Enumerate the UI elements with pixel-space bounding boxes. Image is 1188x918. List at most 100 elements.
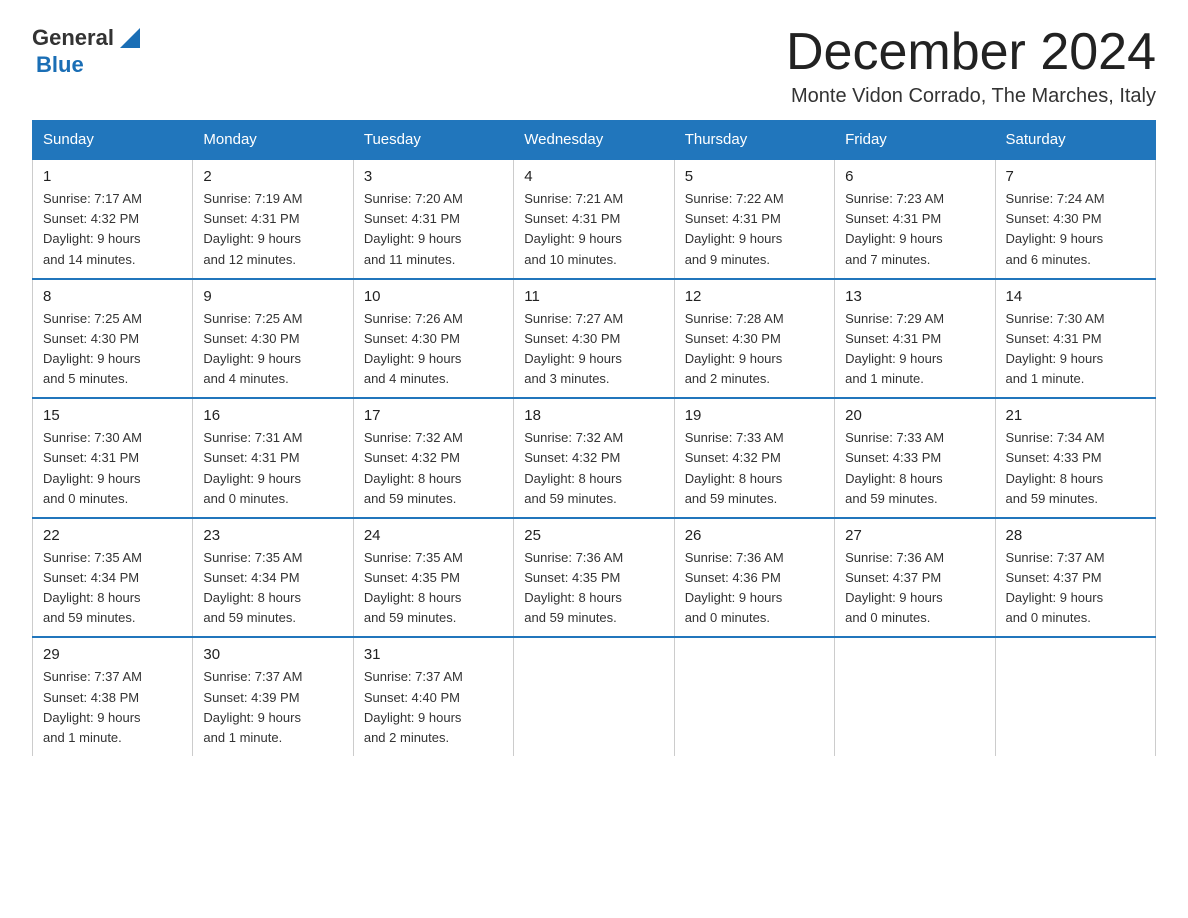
day-number: 16 [203,407,342,424]
calendar-cell [995,637,1155,756]
day-header-thursday: Thursday [674,121,834,160]
day-info: Sunrise: 7:25 AMSunset: 4:30 PMDaylight:… [43,309,182,390]
day-number: 26 [685,527,824,544]
day-number: 1 [43,168,182,185]
day-header-saturday: Saturday [995,121,1155,160]
calendar-cell: 25 Sunrise: 7:36 AMSunset: 4:35 PMDayligh… [514,518,674,638]
day-info: Sunrise: 7:35 AMSunset: 4:34 PMDaylight:… [43,548,182,629]
day-number: 2 [203,168,342,185]
calendar-cell: 20 Sunrise: 7:33 AMSunset: 4:33 PMDayligh… [835,398,995,518]
day-info: Sunrise: 7:21 AMSunset: 4:31 PMDaylight:… [524,189,663,270]
calendar-cell: 24 Sunrise: 7:35 AMSunset: 4:35 PMDayligh… [353,518,513,638]
day-number: 11 [524,288,663,305]
day-info: Sunrise: 7:23 AMSunset: 4:31 PMDaylight:… [845,189,984,270]
week-row-4: 22 Sunrise: 7:35 AMSunset: 4:34 PMDayligh… [33,518,1156,638]
logo-text-general: General [32,27,114,49]
day-number: 22 [43,527,182,544]
day-number: 8 [43,288,182,305]
calendar-cell: 17Sunrise: 7:32 AMSunset: 4:32 PMDayligh… [353,398,513,518]
day-number: 9 [203,288,342,305]
day-number: 27 [845,527,984,544]
days-header-row: SundayMondayTuesdayWednesdayThursdayFrid… [33,121,1156,160]
calendar-cell: 11 Sunrise: 7:27 AMSunset: 4:30 PMDayligh… [514,279,674,399]
day-info: Sunrise: 7:33 AMSunset: 4:33 PMDaylight:… [845,428,984,509]
day-number: 24 [364,527,503,544]
day-info: Sunrise: 7:34 AMSunset: 4:33 PMDaylight:… [1006,428,1145,509]
calendar-cell: 26 Sunrise: 7:36 AMSunset: 4:36 PMDayligh… [674,518,834,638]
day-info: Sunrise: 7:37 AMSunset: 4:38 PMDaylight:… [43,667,182,748]
calendar-cell: 28 Sunrise: 7:37 AMSunset: 4:37 PMDayligh… [995,518,1155,638]
day-info: Sunrise: 7:30 AMSunset: 4:31 PMDaylight:… [1006,309,1145,390]
day-info: Sunrise: 7:37 AMSunset: 4:39 PMDaylight:… [203,667,342,748]
day-info: Sunrise: 7:37 AMSunset: 4:37 PMDaylight:… [1006,548,1145,629]
calendar-cell: 8 Sunrise: 7:25 AMSunset: 4:30 PMDaylight… [33,279,193,399]
calendar-cell: 10Sunrise: 7:26 AMSunset: 4:30 PMDayligh… [353,279,513,399]
day-number: 17 [364,407,503,424]
day-info: Sunrise: 7:25 AMSunset: 4:30 PMDaylight:… [203,309,342,390]
day-number: 21 [1006,407,1145,424]
calendar-cell: 7Sunrise: 7:24 AMSunset: 4:30 PMDaylight… [995,159,1155,279]
day-number: 29 [43,646,182,663]
calendar-title: December 2024 [786,24,1156,81]
day-info: Sunrise: 7:27 AMSunset: 4:30 PMDaylight:… [524,309,663,390]
day-info: Sunrise: 7:36 AMSunset: 4:35 PMDaylight:… [524,548,663,629]
day-info: Sunrise: 7:19 AMSunset: 4:31 PMDaylight:… [203,189,342,270]
week-row-3: 15Sunrise: 7:30 AMSunset: 4:31 PMDayligh… [33,398,1156,518]
calendar-cell: 31 Sunrise: 7:37 AMSunset: 4:40 PMDayligh… [353,637,513,756]
day-number: 31 [364,646,503,663]
day-header-friday: Friday [835,121,995,160]
calendar-cell: 14 Sunrise: 7:30 AMSunset: 4:31 PMDayligh… [995,279,1155,399]
calendar-cell: 6 Sunrise: 7:23 AMSunset: 4:31 PMDaylight… [835,159,995,279]
day-number: 4 [524,168,663,185]
day-header-sunday: Sunday [33,121,193,160]
day-header-monday: Monday [193,121,353,160]
day-info: Sunrise: 7:33 AMSunset: 4:32 PMDaylight:… [685,428,824,509]
calendar-cell: 30 Sunrise: 7:37 AMSunset: 4:39 PMDayligh… [193,637,353,756]
week-row-5: 29 Sunrise: 7:37 AMSunset: 4:38 PMDayligh… [33,637,1156,756]
calendar-cell: 13 Sunrise: 7:29 AMSunset: 4:31 PMDayligh… [835,279,995,399]
day-number: 13 [845,288,984,305]
calendar-cell: 22 Sunrise: 7:35 AMSunset: 4:34 PMDayligh… [33,518,193,638]
calendar-cell: 12 Sunrise: 7:28 AMSunset: 4:30 PMDayligh… [674,279,834,399]
day-number: 14 [1006,288,1145,305]
location-subtitle: Monte Vidon Corrado, The Marches, Italy [786,85,1156,108]
title-block: December 2024 Monte Vidon Corrado, The M… [786,24,1156,108]
day-number: 3 [364,168,503,185]
calendar-cell: 9 Sunrise: 7:25 AMSunset: 4:30 PMDaylight… [193,279,353,399]
calendar-cell: 1 Sunrise: 7:17 AMSunset: 4:32 PMDaylight… [33,159,193,279]
day-info: Sunrise: 7:30 AMSunset: 4:31 PMDaylight:… [43,428,182,509]
day-number: 12 [685,288,824,305]
calendar-cell [835,637,995,756]
day-info: Sunrise: 7:17 AMSunset: 4:32 PMDaylight:… [43,189,182,270]
day-info: Sunrise: 7:22 AMSunset: 4:31 PMDaylight:… [685,189,824,270]
day-info: Sunrise: 7:37 AMSunset: 4:40 PMDaylight:… [364,667,503,748]
day-number: 25 [524,527,663,544]
day-info: Sunrise: 7:29 AMSunset: 4:31 PMDaylight:… [845,309,984,390]
calendar-cell: 4 Sunrise: 7:21 AMSunset: 4:31 PMDaylight… [514,159,674,279]
calendar-cell: 18Sunrise: 7:32 AMSunset: 4:32 PMDayligh… [514,398,674,518]
day-number: 19 [685,407,824,424]
week-row-1: 1 Sunrise: 7:17 AMSunset: 4:32 PMDaylight… [33,159,1156,279]
calendar-cell: 19 Sunrise: 7:33 AMSunset: 4:32 PMDayligh… [674,398,834,518]
calendar-cell [514,637,674,756]
day-number: 5 [685,168,824,185]
day-info: Sunrise: 7:36 AMSunset: 4:37 PMDaylight:… [845,548,984,629]
logo-triangle-icon [116,24,144,52]
day-header-tuesday: Tuesday [353,121,513,160]
day-number: 30 [203,646,342,663]
day-number: 6 [845,168,984,185]
day-info: Sunrise: 7:36 AMSunset: 4:36 PMDaylight:… [685,548,824,629]
day-header-wednesday: Wednesday [514,121,674,160]
day-info: Sunrise: 7:24 AMSunset: 4:30 PMDaylight:… [1006,189,1145,270]
calendar-cell [674,637,834,756]
day-info: Sunrise: 7:35 AMSunset: 4:34 PMDaylight:… [203,548,342,629]
day-info: Sunrise: 7:28 AMSunset: 4:30 PMDaylight:… [685,309,824,390]
day-number: 28 [1006,527,1145,544]
calendar-cell: 5 Sunrise: 7:22 AMSunset: 4:31 PMDaylight… [674,159,834,279]
day-info: Sunrise: 7:35 AMSunset: 4:35 PMDaylight:… [364,548,503,629]
calendar-cell: 29 Sunrise: 7:37 AMSunset: 4:38 PMDayligh… [33,637,193,756]
page-header: General Blue December 2024 Monte Vidon C… [32,24,1156,108]
calendar-cell: 16Sunrise: 7:31 AMSunset: 4:31 PMDayligh… [193,398,353,518]
day-number: 20 [845,407,984,424]
calendar-table: SundayMondayTuesdayWednesdayThursdayFrid… [32,120,1156,756]
